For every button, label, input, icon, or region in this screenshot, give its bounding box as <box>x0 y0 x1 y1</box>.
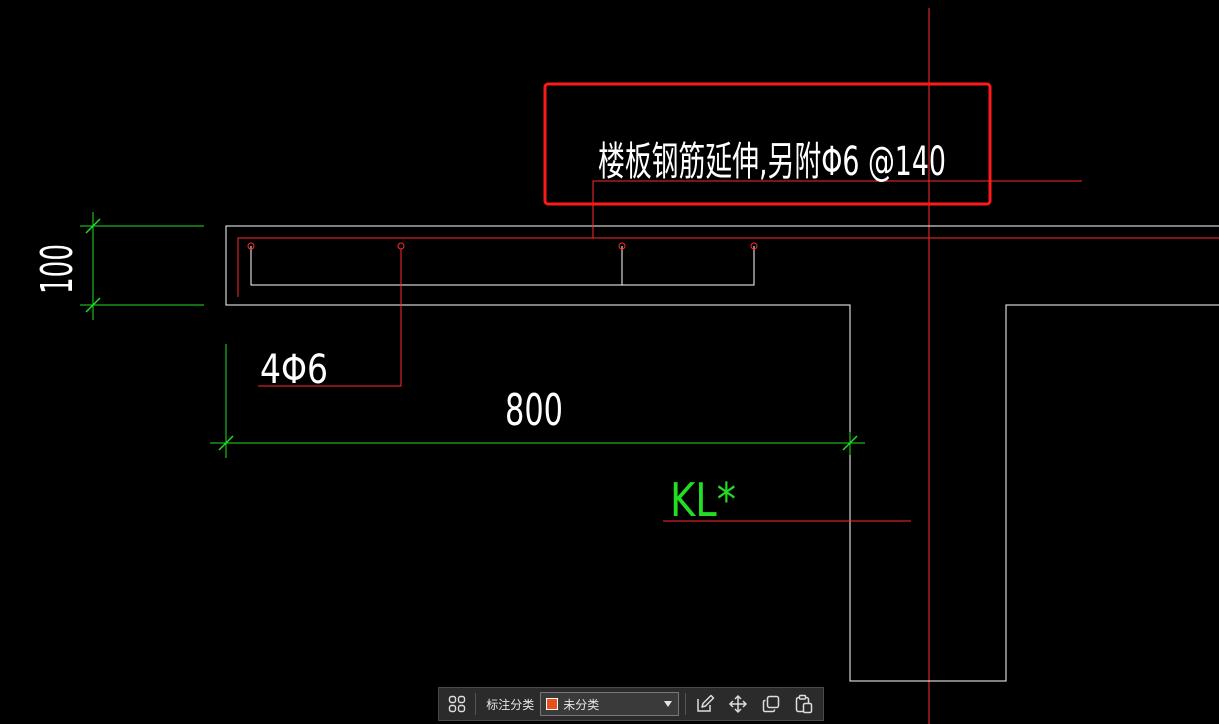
copy-icon[interactable] <box>758 691 784 717</box>
thickness-dimension-text[interactable]: 100 <box>32 244 83 294</box>
span-dimension-text[interactable]: 800 <box>505 385 563 436</box>
rebar-count-label[interactable]: 4Φ6 <box>260 347 328 393</box>
category-label: 标注分类 <box>486 697 535 712</box>
slab-rebar-line <box>237 237 1219 297</box>
note-leader-line <box>592 180 1082 238</box>
slab-note-text[interactable]: 楼板钢筋延伸,另附Φ6 @140 <box>598 139 946 185</box>
drawing-canvas[interactable]: 楼板钢筋延伸,另附Φ6 @140 4Φ6 800 100 KL* <box>0 0 1219 724</box>
category-dropdown[interactable]: 未分类 <box>540 692 680 716</box>
grid-icon[interactable] <box>445 691 469 717</box>
beam-label-text[interactable]: KL* <box>670 473 736 527</box>
category-color-swatch <box>546 698 559 710</box>
thickness-dimension[interactable] <box>80 212 204 320</box>
chevron-down-icon <box>664 701 673 707</box>
move-icon[interactable] <box>725 691 751 717</box>
toolbar-divider <box>685 693 687 715</box>
annotation-toolbar: 标注分类 未分类 <box>438 687 824 721</box>
rebar-dot <box>397 242 405 250</box>
toolbar-divider <box>475 693 477 715</box>
category-selected-value: 未分类 <box>563 697 600 712</box>
slab-outline <box>225 225 1219 682</box>
distribution-bar <box>250 246 755 286</box>
paste-icon[interactable] <box>791 691 817 717</box>
edit-icon[interactable] <box>692 691 718 717</box>
cad-viewport[interactable]: 楼板钢筋延伸,另附Φ6 @140 4Φ6 800 100 KL* 标注分类 未分… <box>0 0 1219 724</box>
